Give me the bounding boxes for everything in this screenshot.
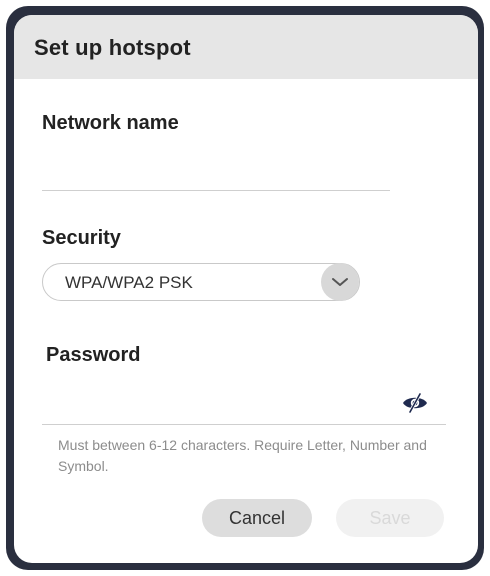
security-selected-value: WPA/WPA2 PSK	[65, 273, 193, 292]
password-hint: Must between 6-12 characters. Require Le…	[58, 437, 427, 474]
eye-slash-icon	[403, 392, 427, 414]
network-name-input[interactable]	[42, 155, 390, 191]
security-dropdown-toggle[interactable]	[321, 263, 359, 301]
hotspot-dialog: Set up hotspot Network name Security WPA…	[14, 15, 478, 563]
save-button[interactable]: Save	[336, 499, 444, 537]
network-name-label: Network name	[42, 112, 179, 134]
security-label: Security	[42, 227, 121, 249]
dialog-header: Set up hotspot	[14, 15, 478, 79]
chevron-down-icon	[332, 278, 348, 286]
security-select[interactable]: WPA/WPA2 PSK	[42, 263, 360, 301]
password-visibility-toggle[interactable]	[400, 390, 430, 416]
password-label: Password	[46, 344, 141, 366]
cancel-button[interactable]: Cancel	[202, 499, 312, 537]
password-input[interactable]	[42, 387, 446, 425]
dialog-title: Set up hotspot	[34, 35, 191, 60]
